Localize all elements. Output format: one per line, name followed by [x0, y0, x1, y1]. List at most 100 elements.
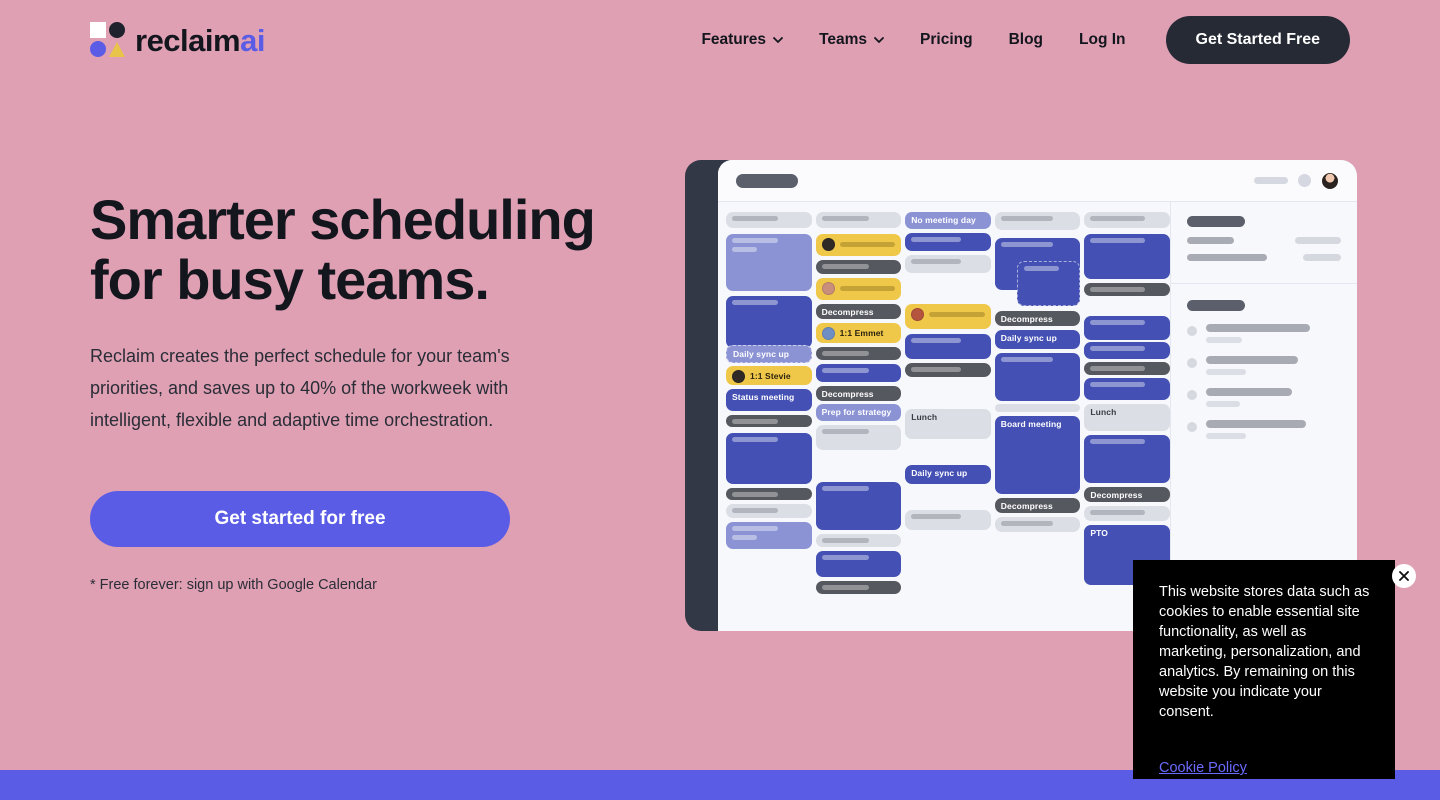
calendar-event-placeholder[interactable] — [726, 488, 812, 500]
topbar-placeholder-dot — [1298, 174, 1311, 187]
placeholder-bar — [1090, 320, 1145, 325]
calendar-event[interactable]: Daily sync up — [726, 345, 812, 363]
calendar-event[interactable]: 1:1 Emmet — [815, 323, 902, 343]
calendar-event-placeholder[interactable] — [726, 433, 812, 484]
calendar-event-placeholder[interactable] — [815, 581, 902, 594]
calendar-event-placeholder[interactable] — [994, 404, 1081, 412]
nav-item-label: Blog — [1008, 31, 1044, 48]
calendar-event-placeholder[interactable] — [1084, 435, 1170, 483]
calendar-event-placeholder[interactable] — [815, 278, 902, 300]
calendar-event-placeholder[interactable] — [726, 234, 812, 291]
calendar-event-placeholder[interactable] — [1084, 212, 1170, 228]
calendar-event-placeholder[interactable] — [1084, 342, 1170, 359]
get-started-free-button[interactable]: Get Started Free — [1165, 16, 1350, 64]
calendar-event-placeholder[interactable] — [905, 255, 991, 273]
calendar-event[interactable]: Decompress — [815, 304, 902, 319]
calendar-event-placeholder[interactable] — [994, 212, 1081, 230]
calendar-event-placeholder[interactable] — [994, 517, 1081, 532]
calendar-event[interactable]: Daily sync up — [994, 330, 1081, 349]
calendar-event[interactable]: No meeting day — [905, 212, 991, 229]
calendar-event-placeholder[interactable] — [1084, 316, 1170, 340]
calendar-event-placeholder[interactable] — [1084, 378, 1170, 400]
calendar-event-placeholder[interactable] — [1084, 362, 1170, 375]
nav-item-teams[interactable]: Teams — [801, 21, 902, 59]
avatar[interactable] — [1321, 171, 1339, 190]
calendar-event-placeholder[interactable] — [815, 364, 902, 382]
calendar-event-placeholder[interactable] — [815, 482, 902, 530]
list-item-lines — [1206, 388, 1341, 407]
yellow-triangle-icon — [109, 42, 125, 57]
placeholder-bar — [821, 555, 870, 560]
calendar-event[interactable]: Decompress — [994, 498, 1081, 513]
get-started-for-free-button[interactable]: Get started for free — [90, 491, 510, 547]
placeholder-bar — [929, 312, 985, 317]
placeholder-bar — [1303, 254, 1341, 261]
calendar-event-placeholder[interactable] — [994, 353, 1081, 401]
calendar-event-placeholder[interactable] — [815, 347, 902, 360]
hero-section: Smarter scheduling for busy teams. Recla… — [90, 190, 610, 593]
calendar-event-placeholder[interactable] — [726, 296, 812, 348]
logo-wordmark-main: reclaim — [135, 22, 241, 58]
calendar-event[interactable]: Status meeting — [726, 389, 812, 411]
calendar-grid[interactable]: Daily sync up 1:1 Stevie Status meeting Dec… — [718, 202, 1170, 631]
list-item[interactable] — [1187, 356, 1341, 375]
logo-wordmark-accent: ai — [240, 22, 265, 58]
placeholder-bar — [1090, 216, 1145, 221]
cookie-policy-link[interactable]: Cookie Policy — [1159, 760, 1247, 776]
nav-item-log-in[interactable]: Log In — [1061, 21, 1144, 59]
calendar-event[interactable]: Decompress — [994, 311, 1081, 326]
calendar-event[interactable]: Decompress — [815, 386, 902, 401]
placeholder-bar — [1187, 254, 1267, 261]
calendar-event-placeholder[interactable] — [726, 415, 812, 427]
calendar-event-placeholder[interactable] — [1084, 283, 1170, 296]
bullet-icon — [1187, 358, 1197, 368]
calendar-event[interactable]: Decompress — [1084, 487, 1170, 502]
calendar-event-placeholder[interactable] — [1084, 506, 1170, 521]
chevron-down-icon — [773, 37, 783, 43]
placeholder-bar — [732, 492, 778, 497]
placeholder-bar — [911, 237, 962, 242]
avatar — [821, 327, 835, 340]
nav-item-features[interactable]: Features — [683, 21, 801, 59]
calendar-event-placeholder[interactable] — [815, 260, 902, 274]
calendar-event-placeholder[interactable] — [815, 425, 902, 450]
brand-logo[interactable]: reclaimai — [90, 22, 265, 58]
nav-item-pricing[interactable]: Pricing — [902, 21, 991, 59]
placeholder-bar — [1206, 401, 1240, 407]
calendar-event-placeholder[interactable] — [905, 334, 991, 359]
app-topbar — [718, 160, 1357, 202]
nav-item-blog[interactable]: Blog — [991, 21, 1061, 59]
calendar-event[interactable]: Prep for strategy — [815, 404, 902, 421]
calendar-event[interactable]: Board meeting — [994, 416, 1081, 494]
calendar-event-placeholder[interactable] — [1016, 261, 1081, 306]
calendar-event[interactable]: 1:1 Stevie — [726, 366, 812, 385]
side-panel-heading-placeholder — [1187, 216, 1245, 227]
calendar-event-placeholder[interactable] — [726, 522, 812, 549]
calendar-event-placeholder[interactable] — [905, 233, 991, 251]
placeholder-bar — [1090, 439, 1145, 444]
calendar-event-placeholder[interactable] — [905, 363, 991, 377]
avatar — [821, 282, 835, 295]
calendar-event-placeholder[interactable] — [905, 510, 991, 530]
calendar-event-placeholder[interactable] — [726, 504, 812, 518]
calendar-event-placeholder[interactable] — [726, 212, 812, 228]
cookie-notice-text: This website stores data such as cookies… — [1159, 584, 1370, 720]
calendar-event-placeholder[interactable] — [815, 234, 902, 256]
calendar-event-placeholder[interactable] — [1084, 234, 1170, 279]
calendar-event-placeholder[interactable] — [815, 534, 902, 547]
placeholder-bar — [821, 264, 870, 269]
calendar-event-label: Board meeting — [1000, 419, 1062, 429]
list-item[interactable] — [1187, 324, 1341, 343]
calendar-event-placeholder[interactable] — [815, 551, 902, 577]
calendar-event-placeholder[interactable] — [905, 304, 991, 329]
calendar-event-placeholder[interactable] — [815, 212, 902, 228]
calendar-event[interactable]: Daily sync up — [905, 465, 991, 484]
close-icon[interactable] — [1392, 564, 1416, 588]
placeholder-bar — [732, 526, 778, 531]
placeholder-bar — [1206, 356, 1298, 364]
list-item[interactable] — [1187, 388, 1341, 407]
page-title: Smarter scheduling for busy teams. — [90, 190, 610, 310]
calendar-event[interactable]: Lunch — [905, 409, 991, 439]
calendar-event[interactable]: Lunch — [1084, 404, 1170, 431]
list-item[interactable] — [1187, 420, 1341, 439]
